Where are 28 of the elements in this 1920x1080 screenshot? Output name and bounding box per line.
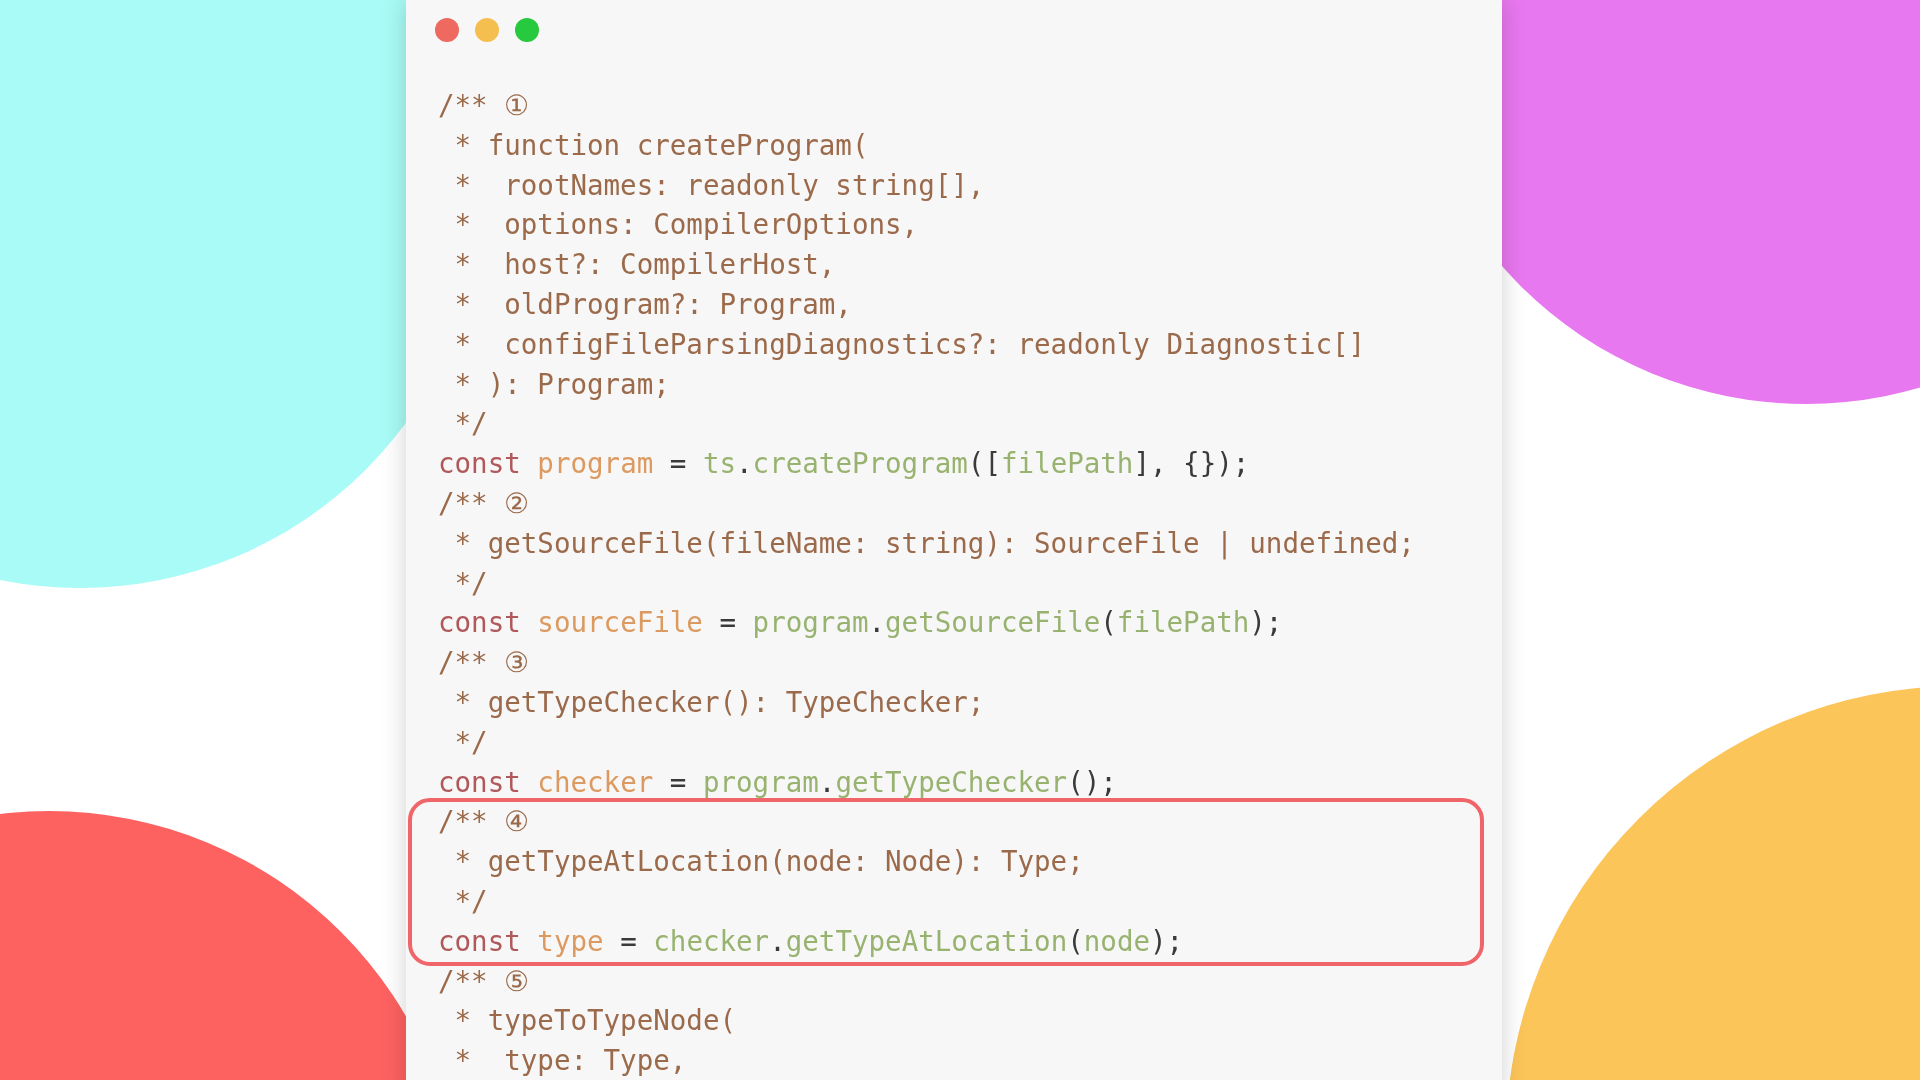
code-line: */	[453, 406, 488, 442]
minimize-button[interactable]	[475, 18, 499, 42]
code-line: /** ⑤	[438, 963, 530, 999]
code-line: * getSourceFile(fileName: string): SourceFile | undefined;	[453, 525, 1415, 562]
code-line: /** ③	[438, 645, 530, 681]
code-line: const program = ts.createProgram([filePath], {});	[438, 446, 1250, 482]
code-line: /** ①	[438, 88, 530, 123]
code-line: * getTypeChecker(): TypeChecker;	[453, 684, 985, 720]
code-line: * getTypeAtLocation(node: Node): Type;	[453, 844, 1084, 880]
code-line: /** ②	[438, 485, 530, 521]
code-line: * function createProgram(	[453, 127, 869, 163]
code-line: * configFileParsingDiagnostics?: readonly Diagnostic[]	[453, 326, 1366, 362]
code-line: */	[453, 724, 488, 760]
code-line: const type = checker.getTypeAtLocation(node);	[438, 923, 1184, 959]
code-line: */	[453, 883, 488, 919]
code-line: const checker = program.getTypeChecker();	[438, 764, 1117, 800]
code-line: const sourceFile = program.getSourceFile(filePath);	[438, 605, 1283, 641]
code-line: * oldProgram?: Program,	[453, 287, 852, 322]
maximize-button[interactable]	[515, 18, 539, 42]
code-line: /** ④	[438, 804, 530, 840]
close-button[interactable]	[435, 18, 459, 42]
code-line: * ): Program;	[453, 366, 670, 402]
code-line: * host?: CompilerHost,	[453, 247, 836, 283]
code-line: * type: Type,	[453, 1043, 687, 1079]
code-line: * rootNames: readonly string[],	[453, 167, 985, 203]
code-line: * typeToTypeNode(	[453, 1003, 736, 1039]
code-line: * options: CompilerOptions,	[453, 207, 919, 243]
code-line: */	[453, 565, 488, 601]
